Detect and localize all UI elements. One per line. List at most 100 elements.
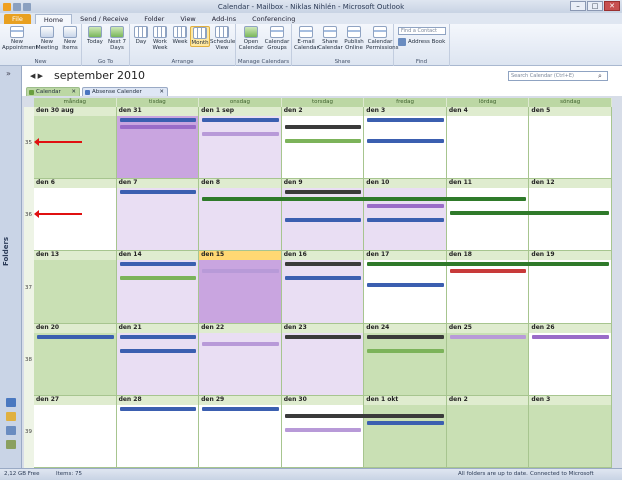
calendar-event[interactable]: [367, 118, 444, 122]
month-button[interactable]: Month: [190, 26, 210, 47]
next-7-days-button[interactable]: Next 7 Days: [106, 26, 128, 51]
calendar-event[interactable]: [119, 125, 197, 129]
day-cell[interactable]: den 10: [364, 179, 447, 252]
day-cell[interactable]: den 2: [446, 395, 530, 468]
tab-send-receive[interactable]: Send / Receive: [72, 14, 136, 24]
publish-online-button[interactable]: Publish Online: [342, 26, 366, 51]
day-cell[interactable]: den 30: [281, 395, 365, 468]
calendar-event[interactable]: [119, 276, 197, 281]
tab-add-ins[interactable]: Add-Ins: [204, 14, 244, 24]
calendar-event[interactable]: [202, 132, 279, 136]
calendar-event[interactable]: [202, 197, 527, 202]
calendar-event[interactable]: [449, 334, 527, 339]
tab-file[interactable]: File: [4, 14, 31, 24]
search-calendar-input[interactable]: Search Calendar (Ctrl+E) ⌕: [508, 71, 608, 81]
work-week-button[interactable]: Work Week: [150, 26, 170, 51]
new-items-button[interactable]: New Items: [60, 26, 80, 51]
tab-home[interactable]: Home: [34, 14, 73, 24]
tab-conferencing[interactable]: Conferencing: [244, 14, 303, 24]
calendar-event[interactable]: [119, 262, 197, 267]
close-tab-icon[interactable]: ✕: [71, 88, 76, 97]
calendar-event[interactable]: [284, 218, 362, 223]
week-number[interactable]: 35: [24, 107, 34, 180]
calendar-event[interactable]: [284, 125, 362, 129]
calendar-event[interactable]: [367, 334, 444, 339]
calendar-event[interactable]: [284, 276, 362, 281]
calendar-event[interactable]: [119, 190, 197, 195]
calendar-event[interactable]: [367, 348, 444, 353]
calendar-event[interactable]: [202, 118, 279, 122]
schedule-view-button[interactable]: Schedule View: [210, 26, 235, 51]
calendar-event[interactable]: [367, 218, 444, 223]
week-button[interactable]: Week: [170, 26, 190, 45]
day-cell[interactable]: den 22: [199, 323, 282, 396]
calendar-event[interactable]: [367, 262, 609, 267]
day-cell[interactable]: den 11: [446, 179, 530, 252]
day-label: den 30 aug: [36, 107, 74, 114]
calendar-event[interactable]: [37, 334, 114, 339]
next-month-button[interactable]: ▶: [38, 72, 43, 80]
day-cell[interactable]: den 12: [529, 179, 612, 252]
calendar-event[interactable]: [449, 211, 609, 216]
day-cell[interactable]: den 4: [446, 107, 530, 180]
calendar-event[interactable]: [367, 283, 444, 288]
day-cell[interactable]: den 15: [199, 251, 282, 324]
calendar-nav-icon[interactable]: [6, 412, 16, 421]
day-cell[interactable]: den 1 okt: [364, 395, 447, 468]
tab-view[interactable]: View: [172, 14, 203, 24]
calendar-event[interactable]: [119, 348, 197, 353]
calendar-event[interactable]: [284, 262, 362, 267]
tab-absense-calender[interactable]: Absense Calender ✕: [82, 87, 168, 96]
tab-folder[interactable]: Folder: [136, 14, 172, 24]
calendar-event[interactable]: [449, 269, 527, 274]
search-icon[interactable]: ⌕: [598, 72, 606, 80]
calendar-event[interactable]: [284, 334, 362, 339]
calendar-event[interactable]: [284, 413, 444, 418]
calendar-event[interactable]: [367, 420, 444, 425]
address-book-button[interactable]: Address Book: [398, 38, 445, 46]
minimize-button[interactable]: –: [570, 1, 586, 11]
calendar-event[interactable]: [202, 269, 279, 274]
folder-pane-collapsed[interactable]: » Folders: [0, 66, 22, 468]
week-number[interactable]: 38: [24, 323, 34, 396]
calendar-event[interactable]: [284, 190, 362, 195]
calendar-event[interactable]: [367, 204, 444, 209]
day-button[interactable]: Day: [132, 26, 150, 45]
calendar-event[interactable]: [119, 334, 197, 339]
previous-month-button[interactable]: ◀: [30, 72, 35, 80]
new-meeting-button[interactable]: New Meeting: [34, 26, 60, 51]
share-calendar-button[interactable]: Share Calendar: [318, 26, 343, 51]
today-button[interactable]: Today: [84, 26, 106, 45]
day-cell[interactable]: den 2: [281, 107, 365, 180]
tab-calendar[interactable]: Calendar ✕: [26, 87, 80, 96]
close-tab-icon[interactable]: ✕: [159, 88, 164, 97]
calendar-event[interactable]: [367, 139, 444, 143]
day-cell[interactable]: den 8: [199, 179, 282, 252]
open-calendar-button[interactable]: Open Calendar: [238, 26, 264, 51]
find-contact-input[interactable]: Find a Contact: [398, 27, 446, 35]
expand-pane-icon[interactable]: »: [6, 69, 11, 78]
contacts-icon[interactable]: [6, 426, 16, 435]
calendar-event[interactable]: [119, 406, 197, 411]
week-number[interactable]: 36: [24, 179, 34, 252]
day-cell[interactable]: den 13: [34, 251, 117, 324]
week-number[interactable]: 37: [24, 251, 34, 324]
calendar-event[interactable]: [532, 334, 609, 339]
mail-icon[interactable]: [6, 398, 16, 407]
calendar-permissions-button[interactable]: Calendar Permissions: [366, 26, 399, 51]
email-calendar-button[interactable]: E-mail Calendar: [294, 26, 319, 51]
calendar-event[interactable]: [284, 427, 362, 432]
day-cell[interactable]: den 5: [529, 107, 612, 180]
day-cell[interactable]: den 3: [529, 395, 612, 468]
calendar-event[interactable]: [202, 406, 279, 411]
week-number[interactable]: 39: [24, 395, 34, 468]
close-button[interactable]: ✕: [604, 1, 620, 11]
calendar-event[interactable]: [119, 118, 197, 122]
calendar-groups-button[interactable]: Calendar Groups: [264, 26, 290, 51]
maximize-button[interactable]: □: [587, 1, 603, 11]
tasks-icon[interactable]: [6, 440, 16, 449]
day-cell[interactable]: den 27: [34, 395, 117, 468]
calendar-event[interactable]: [284, 139, 362, 143]
new-appointment-button[interactable]: New Appointment: [2, 26, 38, 51]
calendar-event[interactable]: [202, 341, 279, 346]
